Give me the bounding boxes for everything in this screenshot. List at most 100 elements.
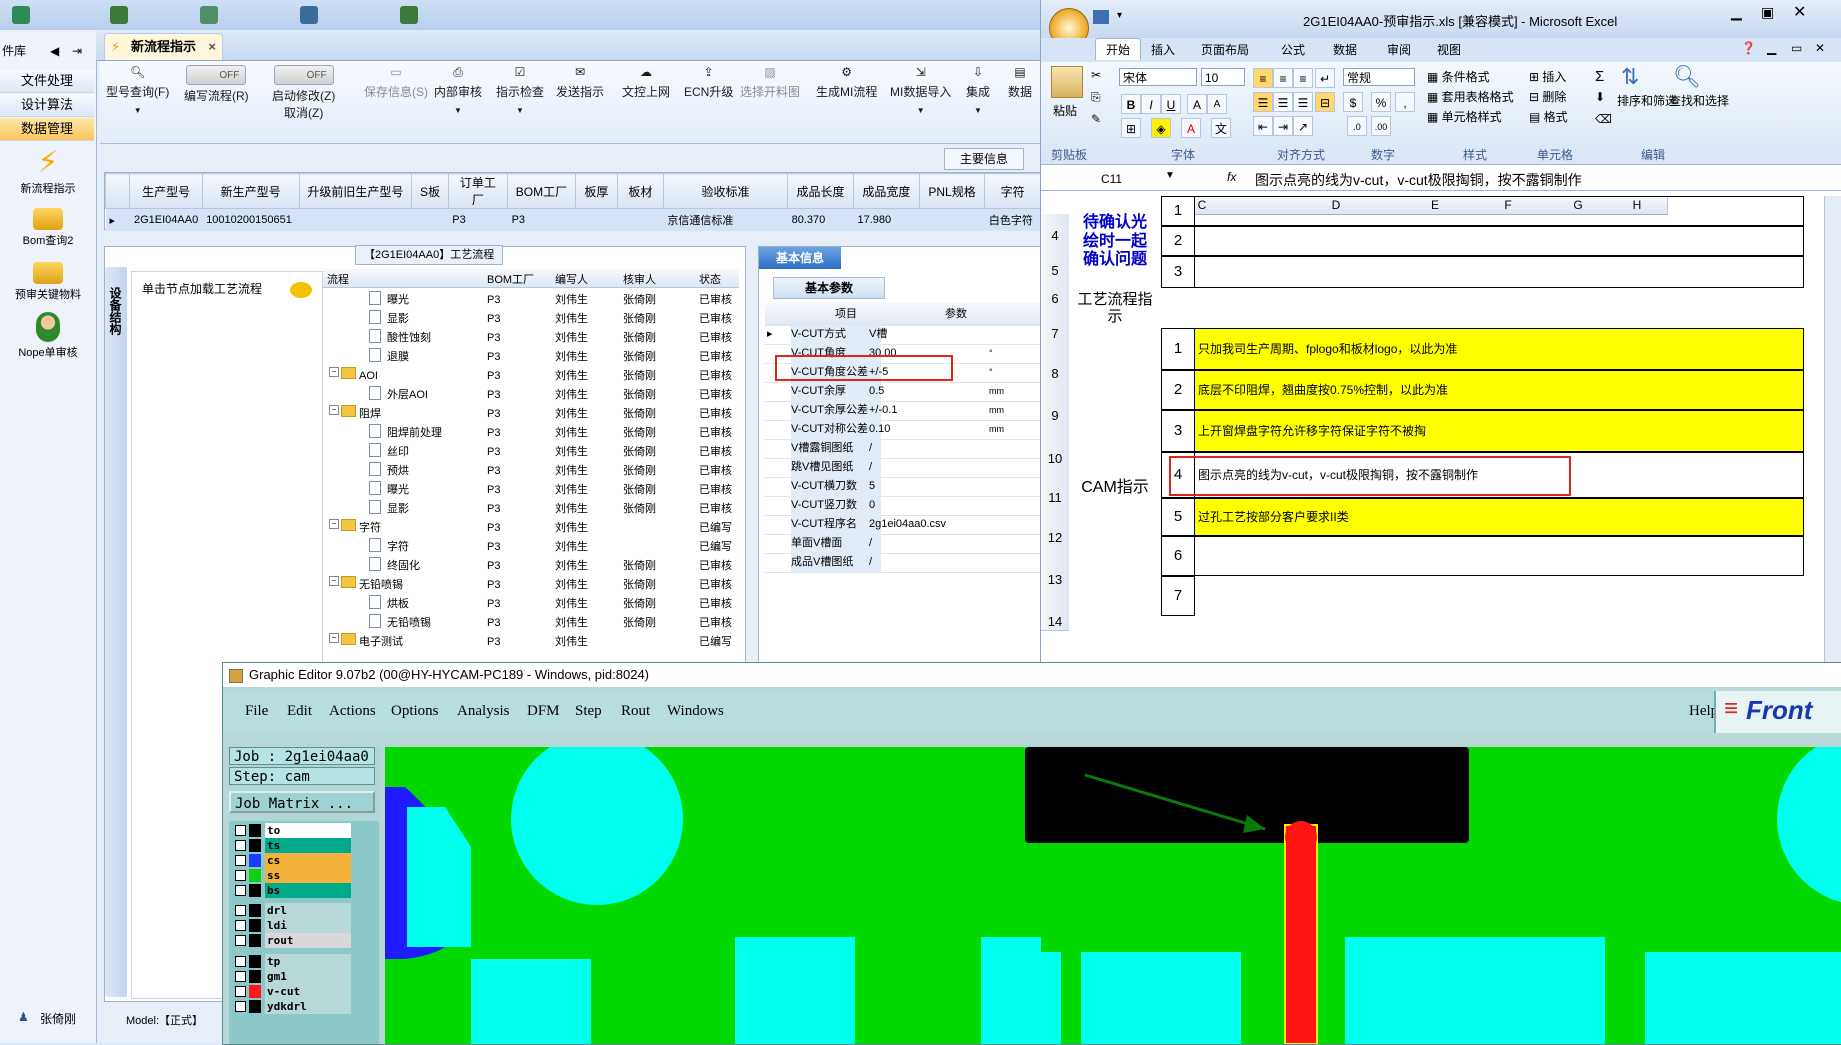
table-cell[interactable]: 10010200150651 <box>202 208 300 231</box>
param-value[interactable]: / <box>869 534 872 553</box>
tool-icon[interactable] <box>300 6 318 24</box>
nav-item-data[interactable]: 数据管理 <box>0 118 94 141</box>
table-cell[interactable]: P3 <box>448 208 508 231</box>
param-row[interactable]: V-CUT余厚公差 +/-0.1 mm <box>765 401 1041 421</box>
cancel-button[interactable]: 取消(Z) <box>272 104 335 121</box>
clear-icon[interactable]: ⌫ <box>1595 112 1612 126</box>
align-right-button[interactable]: ☰ <box>1293 92 1313 112</box>
tab-insert[interactable]: 插入 <box>1151 41 1175 58</box>
merge-center-button[interactable]: ⊟ <box>1315 92 1335 112</box>
col-header[interactable]: 订单工厂 <box>447 173 509 209</box>
item-number[interactable]: 2 <box>1161 226 1195 256</box>
job-matrix-button[interactable]: Job Matrix ... <box>229 791 375 813</box>
tree-row[interactable]: 阻焊前处理 P3 刘伟生 张倚刚 已审核 <box>323 424 739 443</box>
row-header[interactable]: 9 <box>1041 382 1069 425</box>
app-icon[interactable] <box>12 6 30 24</box>
cam-instruction-cell[interactable]: 上开窗焊盘字符允许移字符保证字符不被掏 <box>1194 410 1804 452</box>
cell-styles-button[interactable]: ▦ 单元格样式 <box>1427 108 1502 125</box>
menu-windows[interactable]: Windows <box>667 703 724 720</box>
qat-dropdown-icon[interactable]: ▾ <box>1117 10 1122 21</box>
minimize-icon[interactable]: ▁ <box>1731 4 1742 21</box>
bold-button[interactable]: B <box>1121 94 1141 114</box>
row-header[interactable]: 13 <box>1041 546 1069 589</box>
tree-row[interactable]: 退膜 P3 刘伟生 张倚刚 已审核 <box>323 348 739 367</box>
param-row[interactable]: 成品V槽图纸 / <box>765 553 1041 573</box>
param-row[interactable]: V-CUT对称公差 0.10 mm <box>765 420 1041 440</box>
col-header[interactable]: 升级前旧生产型号 <box>298 173 413 209</box>
item-number[interactable]: 1 <box>1161 196 1195 226</box>
param-row[interactable]: V-CUT竖刀数 0 <box>765 496 1041 516</box>
orientation-button[interactable]: ↗ <box>1293 116 1313 136</box>
tab-formulas[interactable]: 公式 <box>1281 41 1305 58</box>
find-select-button[interactable]: 查找和选择 <box>1669 92 1729 109</box>
table-cell[interactable]: 2G1EI04AA0 <box>129 208 203 231</box>
phonetic-button[interactable]: 文 <box>1211 118 1231 138</box>
item-number[interactable]: 3 <box>1161 410 1195 452</box>
col-header[interactable]: 新生产型号 <box>201 173 300 209</box>
layer-checkbox[interactable] <box>235 1001 246 1012</box>
menu-rout[interactable]: Rout <box>621 703 650 720</box>
flow-label-cell[interactable]: 工艺流程指示 <box>1069 288 1161 328</box>
help-icon[interactable]: ❓ <box>1741 41 1756 55</box>
cut-icon[interactable]: ✂ <box>1091 68 1101 82</box>
item-number[interactable]: 6 <box>1161 536 1195 576</box>
close-icon[interactable]: ✕ <box>1793 2 1806 22</box>
integrate-button[interactable]: ⇩ 集成 ▼ <box>966 65 990 115</box>
row-header[interactable]: 8 <box>1041 342 1069 383</box>
tool-icon[interactable] <box>400 6 418 24</box>
layer-checkbox[interactable] <box>235 920 246 931</box>
layer-checkbox[interactable] <box>235 956 246 967</box>
layer-row-v-cut[interactable]: v-cut <box>233 984 351 999</box>
menu-options[interactable]: Options <box>391 703 439 720</box>
collapse-icon[interactable]: − <box>329 633 339 643</box>
layer-checkbox[interactable] <box>235 905 246 916</box>
layer-checkbox[interactable] <box>235 840 246 851</box>
layer-checkbox[interactable] <box>235 870 246 881</box>
edit-flow-toggle[interactable]: OFF <box>186 65 247 85</box>
confirm-label-cell[interactable]: 待确认光绘时一起确认问题 <box>1069 196 1161 288</box>
tree-row[interactable]: 字符 P3 刘伟生 已编写 <box>323 538 739 557</box>
param-value[interactable]: 0 <box>869 496 875 515</box>
restore-icon[interactable]: ▭ <box>1791 41 1802 55</box>
layer-row-tp[interactable]: tp <box>233 954 351 969</box>
item-cell[interactable] <box>1194 226 1804 256</box>
pin-icon[interactable]: ⇥ <box>72 40 82 62</box>
tree-row[interactable]: − 无铅喷锡 P3 刘伟生 张倚刚 已审核 <box>323 576 739 595</box>
param-value[interactable]: 0.10 <box>869 420 890 439</box>
row-header[interactable]: 10 <box>1041 424 1069 469</box>
format-cells-button[interactable]: ▤ 格式 <box>1529 108 1568 125</box>
font-size-select[interactable]: 10 <box>1201 68 1245 86</box>
layer-row-ldi[interactable]: ldi <box>233 918 351 933</box>
row-header[interactable]: 7 <box>1041 304 1069 343</box>
tree-row[interactable]: 预烘 P3 刘伟生 张倚刚 已审核 <box>323 462 739 481</box>
grow-font-button[interactable]: A <box>1187 94 1207 114</box>
layer-row-ydkdrl[interactable]: ydkdrl <box>233 999 351 1014</box>
close-icon[interactable]: × <box>208 34 216 60</box>
cam-instruction-cell[interactable]: 底层不印阻焊，翘曲度按0.75%控制，以此为准 <box>1194 370 1804 410</box>
chevron-down-icon[interactable]: ▼ <box>434 106 482 115</box>
italic-button[interactable]: I <box>1141 94 1161 114</box>
collapse-icon[interactable]: − <box>329 519 339 529</box>
param-row[interactable]: V-CUT余厚 0.5 mm <box>765 382 1041 402</box>
align-left-button[interactable]: ☰ <box>1253 92 1273 112</box>
layer-checkbox[interactable] <box>235 825 246 836</box>
underline-button[interactable]: U <box>1161 94 1181 114</box>
param-row[interactable]: 跳V槽见图纸 / <box>765 458 1041 478</box>
item-number[interactable]: 2 <box>1161 370 1195 410</box>
sort-filter-icon[interactable]: ⇅ <box>1621 64 1639 90</box>
menu-actions[interactable]: Actions <box>329 703 376 720</box>
item-cell[interactable] <box>1194 196 1804 226</box>
cam-label-cell[interactable]: CAM指示 <box>1069 328 1161 648</box>
layer-row-bs[interactable]: bs <box>233 883 351 898</box>
collapse-icon[interactable]: − <box>329 576 339 586</box>
shrink-font-button[interactable]: A <box>1207 94 1227 114</box>
find-icon[interactable]: 🔍︎ <box>1673 64 1701 90</box>
col-header[interactable]: S板 <box>411 173 449 209</box>
format-painter-icon[interactable]: ✎ <box>1091 112 1101 126</box>
col-header[interactable]: PNL规格 <box>918 173 986 209</box>
wrap-text-button[interactable]: ↵ <box>1315 68 1335 88</box>
param-value[interactable]: / <box>869 458 872 477</box>
insert-cells-button[interactable]: ⊞ 插入 <box>1529 68 1566 85</box>
tree-row[interactable]: − 电子测试 P3 刘伟生 已编写 <box>323 633 739 652</box>
align-bottom-button[interactable]: ≡ <box>1293 68 1313 88</box>
